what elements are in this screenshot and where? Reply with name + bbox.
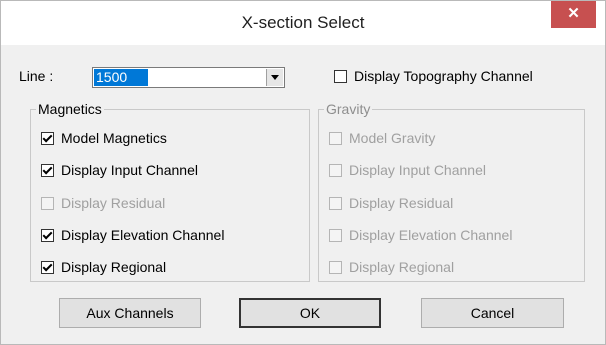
checkbox-label: Model Magnetics — [61, 130, 167, 146]
line-label: Line : — [19, 68, 54, 84]
checkbox-label: Display Regional — [349, 259, 455, 275]
checkbox-box[interactable] — [334, 70, 347, 83]
checkbox-label: Display Input Channel — [61, 162, 198, 178]
checkbox-box — [329, 229, 342, 242]
dropdown-arrow-icon[interactable] — [266, 69, 283, 86]
aux-channels-button[interactable]: Aux Channels — [59, 298, 201, 328]
checkbox-label: Display Elevation Channel — [61, 227, 225, 243]
gravity-group: Gravity Model Gravity Display Input Chan… — [318, 101, 585, 282]
checkbox-label: Display Elevation Channel — [349, 227, 513, 243]
checkbox-label: Display Residual — [61, 195, 166, 211]
ok-button[interactable]: OK — [239, 298, 381, 328]
checkbox-label: Model Gravity — [349, 130, 436, 146]
checkbox-box[interactable] — [41, 132, 54, 145]
checkbox-box — [329, 132, 342, 145]
dialog-title: X-section Select — [241, 13, 365, 32]
checkbox-box — [329, 261, 342, 274]
title-bar[interactable]: X-section Select ✕ — [1, 1, 605, 45]
checkbox-box — [329, 164, 342, 177]
topography-label: Display Topography Channel — [354, 68, 533, 84]
checkbox-box — [329, 197, 342, 210]
cancel-button[interactable]: Cancel — [421, 298, 564, 328]
dialog-body: Line : 1500 Display Topography Channel M… — [9, 46, 598, 335]
dialog-window: X-section Select ✕ Line : 1500 Display T… — [0, 0, 606, 345]
checkbox-box[interactable] — [41, 229, 54, 242]
checkbox-label: Display Input Channel — [349, 162, 486, 178]
line-combobox[interactable]: 1500 — [92, 67, 285, 88]
magnetics-group-title: Magnetics — [36, 101, 104, 117]
gravity-group-title: Gravity — [324, 101, 373, 117]
checkbox-box — [41, 197, 54, 210]
checkbox-label: Display Residual — [349, 195, 454, 211]
checkbox-label: Display Regional — [61, 259, 167, 275]
checkbox-box[interactable] — [41, 164, 54, 177]
magnetics-group: Magnetics Model Magnetics Display Input … — [30, 101, 310, 282]
line-selected-value: 1500 — [94, 69, 148, 86]
close-button[interactable]: ✕ — [551, 1, 596, 28]
checkbox-box[interactable] — [41, 261, 54, 274]
